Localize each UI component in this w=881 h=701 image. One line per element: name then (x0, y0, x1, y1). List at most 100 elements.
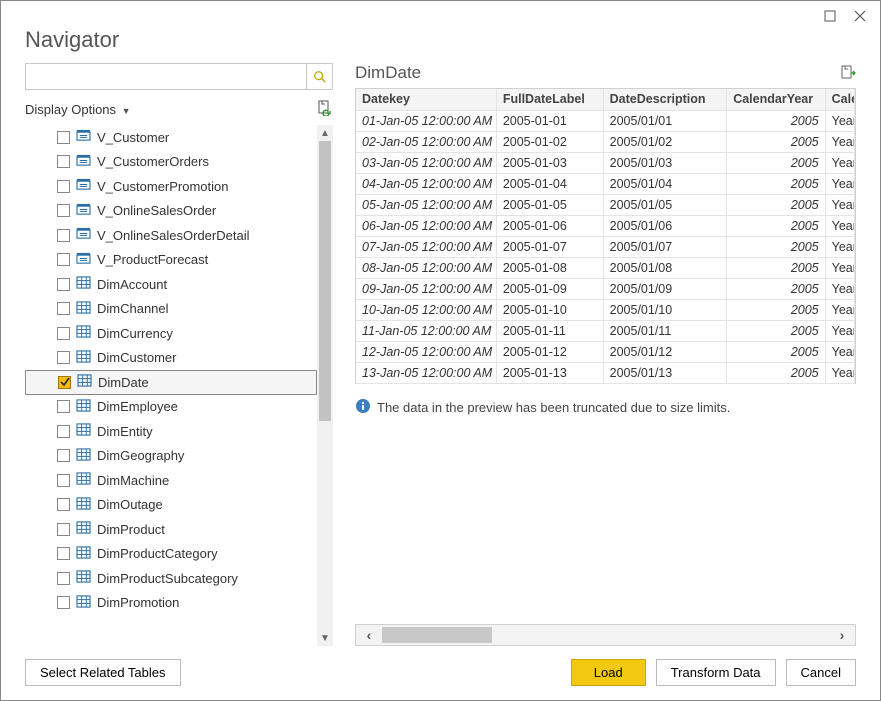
checkbox[interactable] (57, 449, 70, 462)
table-row[interactable]: 06-Jan-05 12:00:00 AM2005-01-062005/01/0… (356, 215, 855, 236)
checkbox[interactable] (58, 376, 71, 389)
checkbox[interactable] (57, 400, 70, 413)
checkbox[interactable] (57, 204, 70, 217)
column-header[interactable]: DateDescription (603, 89, 727, 110)
maximize-icon[interactable] (824, 9, 836, 25)
checkbox[interactable] (57, 253, 70, 266)
refresh-icon[interactable] (317, 100, 333, 119)
tables-tree[interactable]: V_Customer V_CustomerOrders V_CustomerProm… (25, 125, 333, 646)
table-row[interactable]: 03-Jan-05 12:00:00 AM2005-01-032005/01/0… (356, 152, 855, 173)
checkbox[interactable] (57, 523, 70, 536)
tree-item-dimproductsubcategory[interactable]: DimProductSubcategory (25, 566, 317, 591)
cell: Year (825, 194, 854, 215)
close-icon[interactable] (854, 9, 866, 25)
cell: 03-Jan-05 12:00:00 AM (356, 152, 496, 173)
view-icon (76, 178, 91, 194)
table-row[interactable]: 10-Jan-05 12:00:00 AM2005-01-102005/01/1… (356, 299, 855, 320)
scroll-left-icon[interactable]: ‹ (356, 627, 382, 643)
tree-item-v_customerorders[interactable]: V_CustomerOrders (25, 150, 317, 175)
table-row[interactable]: 02-Jan-05 12:00:00 AM2005-01-022005/01/0… (356, 131, 855, 152)
preview-title: DimDate (355, 63, 421, 83)
checkbox[interactable] (57, 302, 70, 315)
tree-item-dimaccount[interactable]: DimAccount (25, 272, 317, 297)
tree-item-dimchannel[interactable]: DimChannel (25, 297, 317, 322)
export-icon[interactable] (840, 64, 856, 83)
checkbox[interactable] (57, 425, 70, 438)
tree-item-dimpromotion[interactable]: DimPromotion (25, 591, 317, 616)
cell: 2005/01/12 (603, 341, 727, 362)
tree-item-dimproductcategory[interactable]: DimProductCategory (25, 542, 317, 567)
table-row[interactable]: 08-Jan-05 12:00:00 AM2005-01-082005/01/0… (356, 257, 855, 278)
tree-item-dimdate[interactable]: DimDate (25, 370, 317, 395)
checkbox[interactable] (57, 327, 70, 340)
select-related-tables-button[interactable]: Select Related Tables (25, 659, 181, 686)
scroll-thumb[interactable] (319, 141, 331, 421)
cell: 2005-01-04 (496, 173, 603, 194)
cell: 11-Jan-05 12:00:00 AM (356, 320, 496, 341)
checkbox[interactable] (57, 498, 70, 511)
checkbox[interactable] (57, 351, 70, 364)
tree-item-label: V_CustomerPromotion (97, 179, 229, 194)
cell: 2005-01-08 (496, 257, 603, 278)
checkbox[interactable] (57, 180, 70, 193)
cancel-button[interactable]: Cancel (786, 659, 856, 686)
table-row[interactable]: 04-Jan-05 12:00:00 AM2005-01-042005/01/0… (356, 173, 855, 194)
search-box[interactable] (25, 63, 333, 90)
horizontal-scrollbar[interactable]: ‹ › (355, 624, 856, 646)
tree-scrollbar[interactable]: ▲ ▼ (317, 125, 333, 646)
tree-item-v_customer[interactable]: V_Customer (25, 125, 317, 150)
display-options-dropdown[interactable]: Display Options ▼ (25, 102, 131, 117)
tree-item-label: V_CustomerOrders (97, 154, 209, 169)
transform-data-button[interactable]: Transform Data (656, 659, 776, 686)
tree-item-dimemployee[interactable]: DimEmployee (25, 395, 317, 420)
table-row[interactable]: 12-Jan-05 12:00:00 AM2005-01-122005/01/1… (356, 341, 855, 362)
search-icon[interactable] (306, 64, 332, 89)
checkbox[interactable] (57, 572, 70, 585)
cell: 2005-01-09 (496, 278, 603, 299)
view-icon (76, 203, 91, 219)
tree-item-dimcustomer[interactable]: DimCustomer (25, 346, 317, 371)
cell: 01-Jan-05 12:00:00 AM (356, 110, 496, 131)
checkbox[interactable] (57, 131, 70, 144)
table-row[interactable]: 07-Jan-05 12:00:00 AM2005-01-072005/01/0… (356, 236, 855, 257)
scroll-up-icon[interactable]: ▲ (317, 125, 333, 141)
tree-item-dimmachine[interactable]: DimMachine (25, 468, 317, 493)
column-header[interactable]: Datekey (356, 89, 496, 110)
checkbox[interactable] (57, 596, 70, 609)
scroll-down-icon[interactable]: ▼ (317, 630, 333, 646)
table-row[interactable]: 13-Jan-05 12:00:00 AM2005-01-132005/01/1… (356, 362, 855, 383)
tree-item-dimoutage[interactable]: DimOutage (25, 493, 317, 518)
table-row[interactable]: 11-Jan-05 12:00:00 AM2005-01-112005/01/1… (356, 320, 855, 341)
tree-item-dimgeography[interactable]: DimGeography (25, 444, 317, 469)
checkbox[interactable] (57, 229, 70, 242)
column-header[interactable]: Cale (825, 89, 854, 110)
column-header[interactable]: CalendarYear (727, 89, 825, 110)
tree-item-v_productforecast[interactable]: V_ProductForecast (25, 248, 317, 273)
view-icon (76, 227, 91, 243)
checkbox[interactable] (57, 155, 70, 168)
column-header[interactable]: FullDateLabel (496, 89, 603, 110)
table-row[interactable]: 09-Jan-05 12:00:00 AM2005-01-092005/01/0… (356, 278, 855, 299)
checkbox[interactable] (57, 547, 70, 560)
cell: 2005 (727, 194, 825, 215)
tree-item-v_onlinesalesorder[interactable]: V_OnlineSalesOrder (25, 199, 317, 224)
tree-item-v_onlinesalesorderdetail[interactable]: V_OnlineSalesOrderDetail (25, 223, 317, 248)
table-row[interactable]: 01-Jan-05 12:00:00 AM2005-01-012005/01/0… (356, 110, 855, 131)
preview-grid[interactable]: DatekeyFullDateLabelDateDescriptionCalen… (355, 88, 856, 384)
search-input[interactable] (26, 65, 306, 88)
checkbox[interactable] (57, 278, 70, 291)
tree-item-dimcurrency[interactable]: DimCurrency (25, 321, 317, 346)
tree-item-dimproduct[interactable]: DimProduct (25, 517, 317, 542)
tree-item-v_customerpromotion[interactable]: V_CustomerPromotion (25, 174, 317, 199)
tree-item-dimentity[interactable]: DimEntity (25, 419, 317, 444)
table-icon (76, 521, 91, 537)
cell: Year (825, 131, 854, 152)
tree-item-label: DimGeography (97, 448, 184, 463)
load-button[interactable]: Load (571, 659, 646, 686)
table-icon (76, 497, 91, 513)
cell: 2005-01-10 (496, 299, 603, 320)
hscroll-thumb[interactable] (382, 627, 492, 643)
table-row[interactable]: 05-Jan-05 12:00:00 AM2005-01-052005/01/0… (356, 194, 855, 215)
checkbox[interactable] (57, 474, 70, 487)
scroll-right-icon[interactable]: › (829, 627, 855, 643)
